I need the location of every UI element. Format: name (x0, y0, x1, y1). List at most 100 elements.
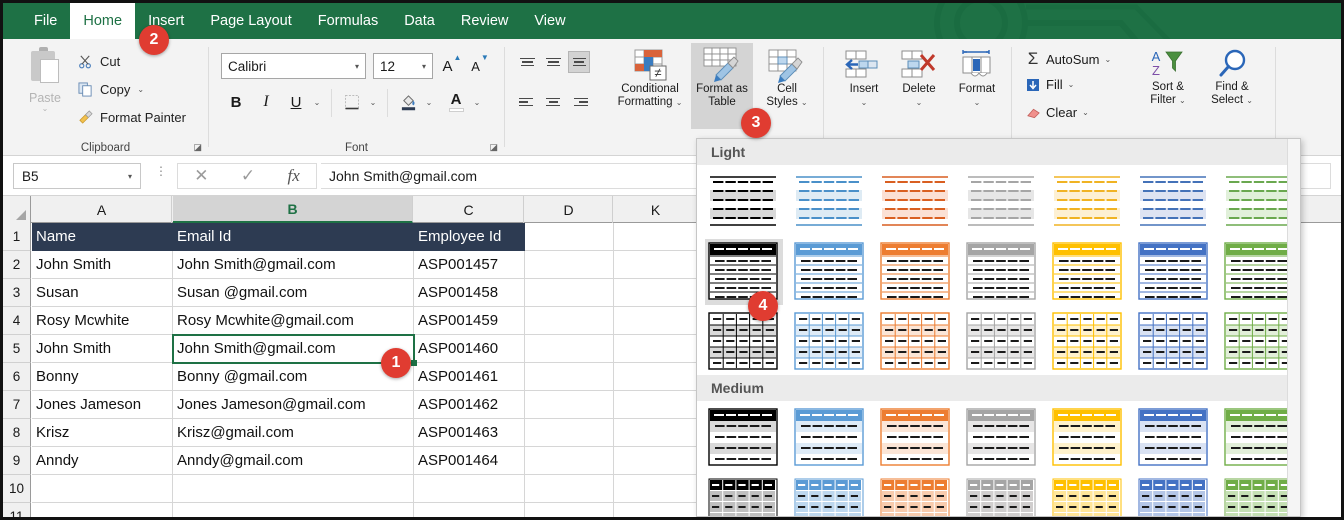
cell-b8[interactable]: Krisz@gmail.com (173, 419, 414, 447)
column-header-a[interactable]: A (32, 196, 172, 223)
column-header-k[interactable]: K (614, 196, 698, 223)
cell-k3[interactable] (614, 279, 699, 307)
align-center-button[interactable] (542, 91, 564, 113)
format-cells-button[interactable]: Format ⌄ (949, 47, 1005, 109)
font-color-button[interactable]: A (443, 89, 469, 115)
cell-k4[interactable] (614, 307, 699, 335)
table-style-thumbnail[interactable] (1135, 309, 1213, 375)
italic-button[interactable]: I (253, 89, 279, 115)
cut-button[interactable]: Cut (77, 53, 120, 69)
font-family-input[interactable]: Calibri ▾ (221, 53, 366, 79)
table-style-thumbnail[interactable] (1135, 169, 1213, 235)
table-style-thumbnail[interactable] (705, 475, 783, 516)
row-header-3[interactable]: 3 (3, 279, 31, 307)
find-select-button[interactable]: Find & Select ⌄ (1201, 45, 1263, 107)
table-style-thumbnail[interactable] (963, 169, 1041, 235)
row-header-2[interactable]: 2 (3, 251, 31, 279)
table-style-thumbnail[interactable] (877, 239, 955, 305)
table-style-thumbnail[interactable] (877, 309, 955, 375)
cell-c5[interactable]: ASP001460 (414, 335, 525, 363)
cell-a5[interactable]: John Smith (32, 335, 173, 363)
cell-b4[interactable]: Rosy Mcwhite@gmail.com (173, 307, 414, 335)
cell-d11[interactable] (525, 503, 614, 517)
align-top-button[interactable] (516, 51, 538, 73)
table-style-thumbnail[interactable] (963, 309, 1041, 375)
cell-k8[interactable] (614, 419, 699, 447)
font-size-input[interactable]: 12 ▾ (373, 53, 433, 79)
cell-d2[interactable] (525, 251, 614, 279)
chevron-down-icon[interactable]: ⌄ (137, 85, 144, 94)
insert-cells-button[interactable]: Insert ⌄ (837, 47, 891, 109)
chevron-down-icon[interactable]: ⌄ (1104, 55, 1111, 64)
bold-button[interactable]: B (223, 89, 249, 115)
cell-k10[interactable] (614, 475, 699, 503)
table-style-thumbnail[interactable] (1049, 475, 1127, 516)
cell-b9[interactable]: Anndy@gmail.com (173, 447, 414, 475)
table-style-thumbnail[interactable] (1135, 405, 1213, 471)
cell-b3[interactable]: Susan @gmail.com (173, 279, 414, 307)
underline-chevron-down-icon[interactable]: ⌄ (309, 89, 325, 115)
cell-a10[interactable] (32, 475, 173, 503)
row-header-11[interactable]: 11 (3, 503, 31, 517)
table-style-thumbnail[interactable] (791, 169, 869, 235)
cell-c3[interactable]: ASP001458 (414, 279, 525, 307)
underline-button[interactable]: U (283, 89, 309, 115)
chevron-down-icon[interactable]: ⌄ (801, 98, 808, 107)
conditional-formatting-button[interactable]: ≠ Conditional Formatting ⌄ (611, 47, 689, 109)
fill-button[interactable]: Fill ⌄ (1025, 77, 1074, 92)
cell-a9[interactable]: Anndy (32, 447, 173, 475)
borders-chevron-down-icon[interactable]: ⌄ (365, 89, 381, 115)
cell-a4[interactable]: Rosy Mcwhite (32, 307, 173, 335)
cell-k5[interactable] (614, 335, 699, 363)
cell-k11[interactable] (614, 503, 699, 517)
cell-k7[interactable] (614, 391, 699, 419)
row-header-7[interactable]: 7 (3, 391, 31, 419)
delete-cells-button[interactable]: Delete ⌄ (891, 47, 947, 109)
cell-c6[interactable]: ASP001461 (414, 363, 525, 391)
tab-page-layout[interactable]: Page Layout (197, 3, 304, 39)
cell-d8[interactable] (525, 419, 614, 447)
row-header-10[interactable]: 10 (3, 475, 31, 503)
cell-a11[interactable] (32, 503, 173, 517)
format-painter-button[interactable]: Format Painter (77, 109, 186, 125)
cell-d9[interactable] (525, 447, 614, 475)
formula-bar-more-icon[interactable]: ⋮ (155, 165, 167, 177)
grow-font-button[interactable]: A ▲ (439, 53, 465, 79)
cell-b7[interactable]: Jones Jameson@gmail.com (173, 391, 414, 419)
cell-d1[interactable] (525, 223, 614, 251)
insert-function-icon[interactable]: fx (288, 166, 300, 186)
chevron-down-icon[interactable]: ▾ (355, 62, 359, 71)
chevron-down-icon[interactable]: ⌄ (17, 105, 73, 113)
align-bottom-button[interactable] (568, 51, 590, 73)
clipboard-dialog-launcher-icon[interactable]: ◪ (193, 142, 202, 153)
cell-k6[interactable] (614, 363, 699, 391)
chevron-down-icon[interactable]: ⌄ (837, 96, 891, 109)
borders-button[interactable] (339, 89, 365, 115)
font-color-chevron-down-icon[interactable]: ⌄ (469, 89, 485, 115)
tab-data[interactable]: Data (391, 3, 448, 39)
select-all-corner[interactable] (3, 196, 31, 223)
cell-d10[interactable] (525, 475, 614, 503)
name-box[interactable]: B5 ▾ (13, 163, 141, 189)
tab-file[interactable]: File (21, 3, 70, 39)
chevron-down-icon[interactable]: ▾ (422, 62, 426, 71)
cell-b1[interactable]: Email Id (173, 223, 414, 251)
cell-c4[interactable]: ASP001459 (414, 307, 525, 335)
tab-view[interactable]: View (521, 3, 578, 39)
cell-d4[interactable] (525, 307, 614, 335)
column-header-d[interactable]: D (525, 196, 613, 223)
row-header-4[interactable]: 4 (3, 307, 31, 335)
chevron-down-icon[interactable]: ⌄ (1246, 96, 1253, 105)
chevron-down-icon[interactable]: ⌄ (1082, 108, 1089, 117)
column-header-b[interactable]: B (173, 196, 413, 223)
cell-a8[interactable]: Krisz (32, 419, 173, 447)
cell-b2[interactable]: John Smith@gmail.com (173, 251, 414, 279)
table-style-thumbnail[interactable] (705, 309, 783, 375)
cell-d3[interactable] (525, 279, 614, 307)
copy-button[interactable]: Copy ⌄ (77, 81, 144, 97)
table-style-thumbnail[interactable] (1135, 475, 1213, 516)
cell-c1[interactable]: Employee Id (414, 223, 525, 251)
fill-color-chevron-down-icon[interactable]: ⌄ (421, 89, 437, 115)
row-header-6[interactable]: 6 (3, 363, 31, 391)
chevron-down-icon[interactable]: ⌄ (1179, 96, 1186, 105)
